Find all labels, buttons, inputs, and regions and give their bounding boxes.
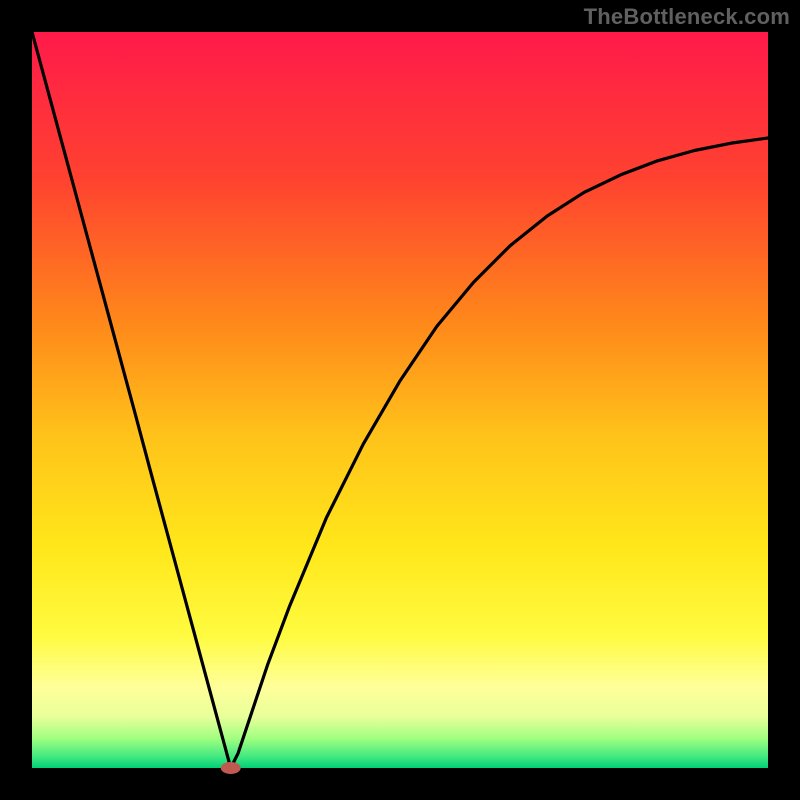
plot-background-gradient [32,32,768,768]
optimal-point-marker [221,762,241,774]
bottleneck-chart [0,0,800,800]
chart-frame: TheBottleneck.com [0,0,800,800]
